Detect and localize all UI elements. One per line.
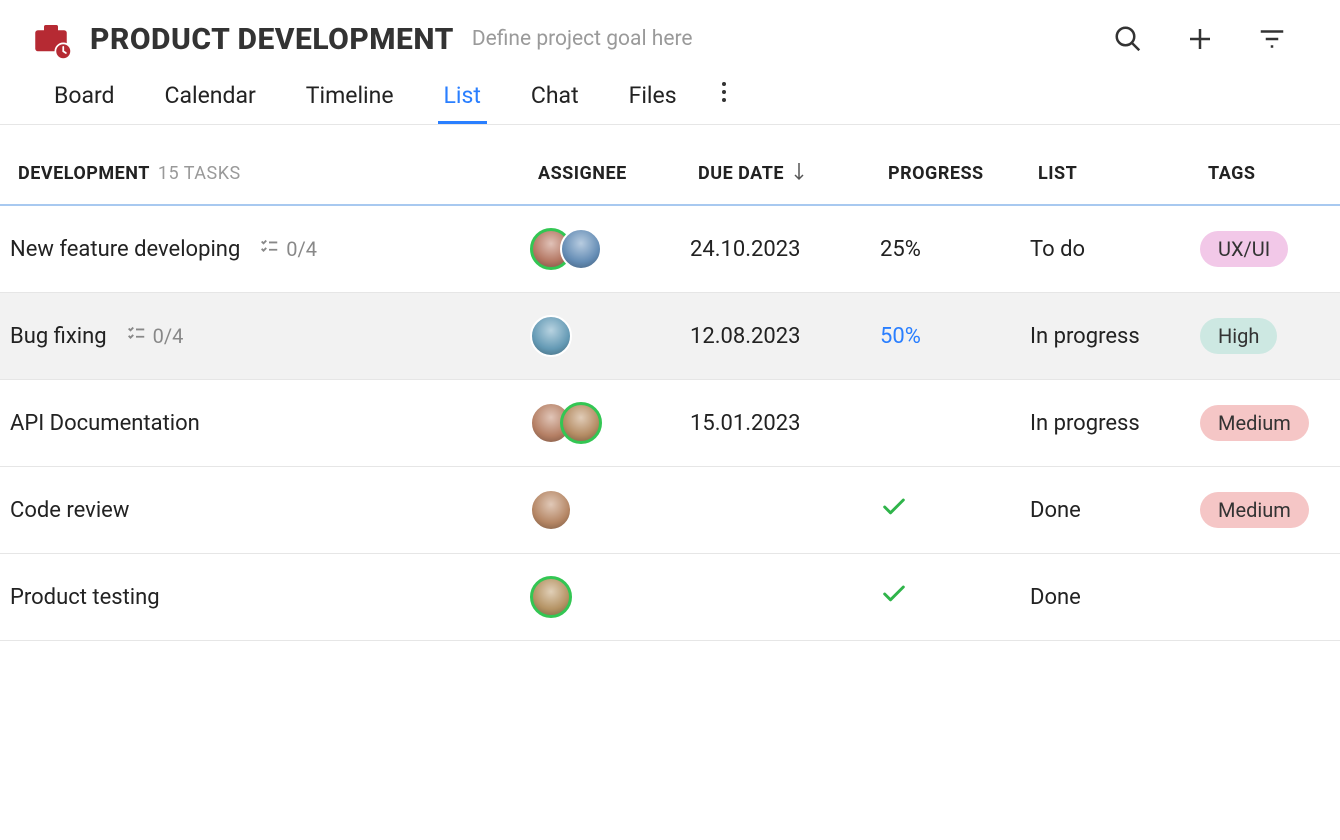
done-check-icon [880,502,908,527]
tag-badge[interactable]: High [1200,318,1277,354]
column-due-label: DUE DATE [698,163,784,184]
assignee-avatar[interactable] [530,489,572,531]
due-date[interactable]: 15.01.2023 [690,411,880,436]
subtask-count: 0/4 [153,324,184,348]
tab-board[interactable]: Board [48,76,121,124]
table-row[interactable]: Bug fixing 0/4 12.08.202350%In progressHi… [0,293,1340,380]
project-goal-placeholder[interactable]: Define project goal here [472,27,693,51]
group-name: DEVELOPMENT [18,163,150,184]
sort-arrow-down-icon [792,161,806,186]
tags-cell: UX/UI [1200,231,1340,267]
due-date[interactable]: 24.10.2023 [690,237,880,262]
progress-cell[interactable]: 25% [880,237,1030,262]
progress-cell[interactable]: 50% [880,324,1030,349]
assignee-avatar[interactable] [530,315,572,357]
list-status[interactable]: Done [1030,498,1200,523]
task-cell: API Documentation [10,411,530,436]
column-task: DEVELOPMENT 15 TASKS [18,163,538,184]
more-tabs-icon[interactable] [721,80,727,120]
tags-cell: Medium [1200,405,1340,441]
task-title[interactable]: Bug fixing [10,324,107,349]
assignees-cell [530,228,690,270]
add-icon[interactable] [1182,21,1218,57]
column-list[interactable]: LIST [1038,163,1208,184]
tab-chat[interactable]: Chat [525,76,585,124]
tag-badge[interactable]: Medium [1200,405,1309,441]
checklist-icon [125,323,147,350]
task-cell: Code review [10,498,530,523]
checklist-icon [258,236,280,263]
header-left: PRODUCT DEVELOPMENT Define project goal … [30,18,693,60]
task-cell: New feature developing 0/4 [10,236,530,263]
assignees-cell [530,576,690,618]
task-cell: Bug fixing 0/4 [10,323,530,350]
search-icon[interactable] [1110,21,1146,57]
tab-calendar[interactable]: Calendar [159,76,262,124]
tabs-bar: Board Calendar Timeline List Chat Files [0,60,1340,125]
task-cell: Product testing [10,585,530,610]
column-due-date[interactable]: DUE DATE [698,161,888,186]
assignee-avatar[interactable] [560,402,602,444]
project-logo-icon [30,18,72,60]
task-title[interactable]: Product testing [10,585,160,610]
assignee-avatar[interactable] [530,576,572,618]
list-status[interactable]: In progress [1030,324,1200,349]
table-row[interactable]: API Documentation 15.01.2023 In progressMe… [0,380,1340,467]
tab-files[interactable]: Files [623,76,683,124]
task-title[interactable]: Code review [10,498,129,523]
task-title[interactable]: New feature developing [10,237,240,262]
table-header: DEVELOPMENT 15 TASKS ASSIGNEE DUE DATE P… [0,125,1340,206]
tab-list[interactable]: List [438,76,487,124]
list-status[interactable]: Done [1030,585,1200,610]
assignee-avatar[interactable] [560,228,602,270]
filter-icon[interactable] [1254,21,1290,57]
tag-badge[interactable]: Medium [1200,492,1309,528]
tag-badge[interactable]: UX/UI [1200,231,1288,267]
task-count: 15 TASKS [158,163,241,184]
column-progress[interactable]: PROGRESS [888,163,1038,184]
done-check-icon [880,589,908,614]
due-date[interactable]: 12.08.2023 [690,324,880,349]
task-title[interactable]: API Documentation [10,411,200,436]
table-row[interactable]: Code review DoneMedium [0,467,1340,554]
assignees-cell [530,315,690,357]
list-status[interactable]: To do [1030,237,1200,262]
progress-cell[interactable] [880,580,1030,614]
header-bar: PRODUCT DEVELOPMENT Define project goal … [0,0,1340,60]
tags-cell: High [1200,318,1340,354]
list-status[interactable]: In progress [1030,411,1200,436]
tab-timeline[interactable]: Timeline [300,76,400,124]
project-title: PRODUCT DEVELOPMENT [90,22,454,57]
table-row[interactable]: New feature developing 0/4 24.10.202325%T… [0,206,1340,293]
subtask-indicator[interactable]: 0/4 [258,236,317,263]
column-tags[interactable]: TAGS [1208,163,1340,184]
subtask-indicator[interactable]: 0/4 [125,323,184,350]
tags-cell: Medium [1200,492,1340,528]
column-assignee[interactable]: ASSIGNEE [538,163,698,184]
progress-cell[interactable] [880,493,1030,527]
header-actions [1110,21,1310,57]
task-rows: New feature developing 0/4 24.10.202325%T… [0,206,1340,641]
assignees-cell [530,489,690,531]
assignees-cell [530,402,690,444]
table-row[interactable]: Product testing Done [0,554,1340,641]
subtask-count: 0/4 [286,237,317,261]
